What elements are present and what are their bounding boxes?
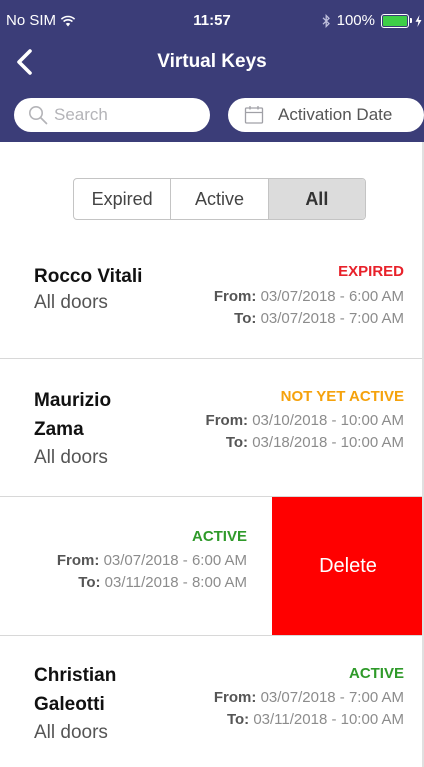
validity-dates: From: 03/07/2018 - 6:00 AM To: 03/07/201…: [214, 286, 404, 330]
validity-dates: From: 03/10/2018 - 10:00 AM To: 03/18/20…: [206, 410, 404, 454]
virtual-key-row-swiped[interactable]: ACTIVE From: 03/07/2018 - 6:00 AM To: 03…: [0, 497, 424, 636]
segment-expired[interactable]: Expired: [74, 179, 170, 219]
door-access: All doors: [34, 447, 108, 468]
to-line: To: 03/11/2018 - 8:00 AM: [57, 572, 247, 594]
status-badge: EXPIRED: [338, 263, 404, 280]
to-date: 03/18/2018 - 10:00 AM: [252, 434, 404, 451]
virtual-key-row[interactable]: Rocco Vitali All doors EXPIRED From: 03/…: [0, 252, 424, 359]
status-bar: No SIM 11:57 100%: [0, 0, 424, 40]
from-line: From: 03/10/2018 - 10:00 AM: [206, 410, 404, 432]
search-field[interactable]: [14, 98, 210, 132]
from-line: From: 03/07/2018 - 7:00 AM: [214, 687, 404, 709]
bluetooth-icon: [322, 13, 330, 28]
from-date: 03/07/2018 - 7:00 AM: [260, 689, 404, 706]
to-line: To: 03/18/2018 - 10:00 AM: [206, 432, 404, 454]
virtual-key-row[interactable]: Christian Galeotti All doors ACTIVE From…: [0, 636, 424, 767]
to-line: To: 03/07/2018 - 7:00 AM: [214, 308, 404, 330]
to-label: To:: [225, 434, 249, 451]
row-content: Rocco Vitali All doors EXPIRED From: 03/…: [0, 252, 424, 358]
key-holder-name: Christian Galeotti: [34, 665, 117, 715]
search-icon: [29, 106, 48, 125]
status-badge: ACTIVE: [348, 665, 404, 682]
key-holder-name: Maurizio Zama: [34, 390, 112, 440]
to-line: To: 03/11/2018 - 10:00 AM: [214, 709, 404, 731]
from-line: From: 03/07/2018 - 6:00 AM: [214, 286, 404, 308]
from-label: From:: [213, 288, 257, 305]
from-label: From:: [213, 689, 257, 706]
to-date: 03/11/2018 - 10:00 AM: [253, 711, 404, 728]
door-access: All doors: [34, 292, 108, 313]
battery-tip: [410, 17, 412, 23]
to-date: 03/11/2018 - 8:00 AM: [104, 574, 247, 591]
charging-icon: [415, 14, 422, 27]
header: No SIM 11:57 100% Virtual Keys Search Ac…: [0, 0, 424, 142]
battery-level: [383, 15, 407, 26]
key-holder-name: Rocco Vitali: [34, 266, 143, 287]
door-access: All doors: [34, 722, 108, 743]
to-label: To:: [226, 711, 250, 728]
from-label: From:: [56, 552, 100, 569]
status-badge: NOT YET ACTIVE: [280, 388, 404, 405]
validity-dates: From: 03/07/2018 - 7:00 AM To: 03/11/201…: [214, 687, 404, 731]
page-title: Virtual Keys: [157, 51, 267, 72]
battery-percent: 100%: [336, 12, 375, 29]
activation-date-button[interactable]: Activation Date: [228, 98, 424, 132]
virtual-key-row[interactable]: Maurizio Zama All doors NOT YET ACTIVE F…: [0, 359, 424, 497]
from-date: 03/10/2018 - 10:00 AM: [252, 412, 404, 429]
search-input[interactable]: [54, 105, 194, 125]
row-content: Christian Galeotti All doors ACTIVE From…: [0, 636, 424, 767]
to-label: To:: [78, 574, 101, 591]
delete-button[interactable]: Delete: [272, 497, 424, 635]
battery-icon: [381, 13, 412, 28]
row-content: Maurizio Zama All doors NOT YET ACTIVE F…: [0, 359, 424, 496]
validity-dates: From: 03/07/2018 - 6:00 AM To: 03/11/201…: [57, 550, 247, 594]
from-date: 03/07/2018 - 6:00 AM: [103, 552, 247, 569]
to-date: 03/07/2018 - 7:00 AM: [260, 310, 404, 327]
segment-active[interactable]: Active: [170, 179, 267, 219]
to-label: To:: [234, 310, 257, 327]
status-bar-right: 100%: [322, 12, 422, 29]
status-badge: ACTIVE: [191, 528, 247, 545]
from-line: From: 03/07/2018 - 6:00 AM: [57, 550, 247, 572]
segment-all[interactable]: All: [267, 179, 365, 219]
from-label: From:: [205, 412, 249, 429]
filter-bar: Activation Date: [0, 96, 424, 136]
activation-date-label: Activation Date: [278, 105, 393, 124]
calendar-icon: [244, 106, 264, 124]
status-filter-segmented-control: Expired Active All: [73, 178, 366, 220]
navigation-bar: Virtual Keys: [0, 40, 424, 84]
from-date: 03/07/2018 - 6:00 AM: [260, 288, 404, 305]
